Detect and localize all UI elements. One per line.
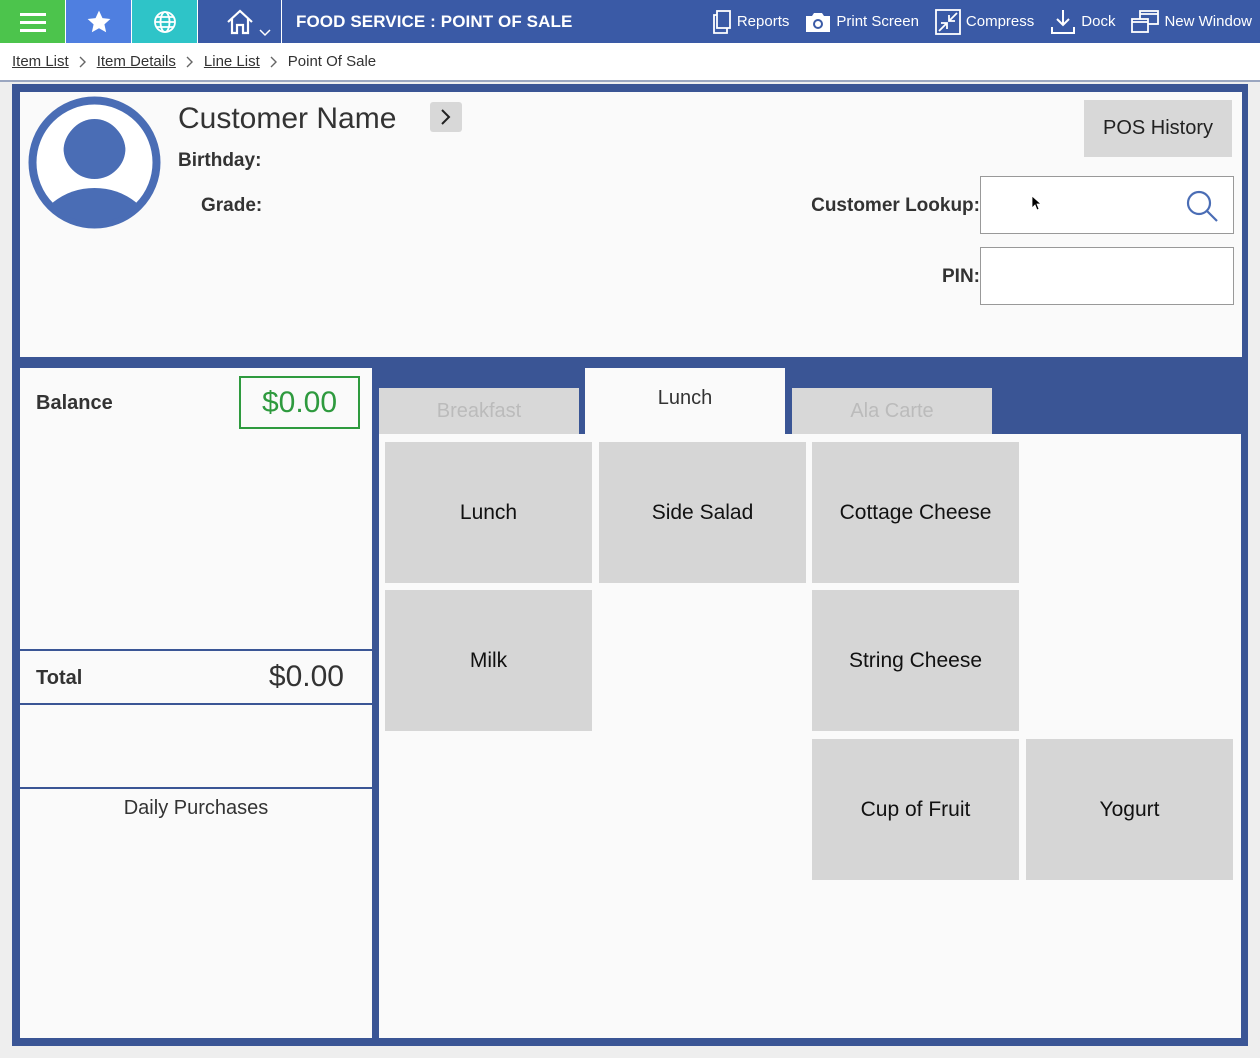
chevron-right-icon [186, 56, 194, 68]
cursor-icon [1031, 195, 1041, 211]
item-button-yogurt[interactable]: Yogurt [1026, 739, 1233, 880]
new-window-label: New Window [1164, 13, 1252, 30]
balance-label: Balance [36, 392, 113, 414]
home-button[interactable] [198, 0, 282, 43]
reports-icon [712, 9, 731, 34]
item-button-cottage-cheese[interactable]: Cottage Cheese [812, 442, 1019, 583]
item-button-milk[interactable]: Milk [385, 590, 592, 731]
breadcrumb-item-list[interactable]: Item List [12, 53, 69, 70]
customer-lookup-field[interactable] [980, 176, 1234, 234]
globe-button[interactable] [132, 0, 198, 43]
chevron-right-icon [79, 56, 87, 68]
print-screen-button[interactable]: Print Screen [805, 11, 919, 33]
customer-panel: Customer Name Birthday: Grade: POS Histo… [20, 92, 1242, 357]
item-button-string-cheese[interactable]: String Cheese [812, 590, 1019, 731]
pin-input[interactable] [981, 248, 1181, 304]
pin-label: PIN: [942, 266, 980, 287]
dock-button[interactable]: Dock [1050, 9, 1115, 35]
star-icon [87, 10, 110, 32]
compress-button[interactable]: Compress [935, 8, 1035, 35]
meal-tabs: Breakfast Lunch Ala Carte [379, 368, 1241, 434]
compress-label: Compress [965, 13, 1035, 30]
pos-frame: Customer Name Birthday: Grade: POS Histo… [12, 84, 1248, 1046]
new-window-button[interactable]: New Window [1131, 9, 1252, 34]
total-label: Total [36, 667, 83, 689]
chevron-right-icon [441, 109, 451, 125]
tab-ala-carte[interactable]: Ala Carte [792, 388, 992, 434]
pin-field[interactable] [980, 247, 1234, 305]
favorites-button[interactable] [66, 0, 132, 43]
compress-icon [935, 8, 961, 35]
summary-panel: Balance $0.00 Total $0.00 Daily Purchase… [20, 368, 372, 1038]
globe-icon [153, 10, 176, 33]
page-title: FOOD SERVICE : POINT OF SALE [296, 11, 573, 31]
tab-breakfast[interactable]: Breakfast [379, 388, 579, 434]
breadcrumb-current: Point Of Sale [287, 53, 377, 70]
divider [20, 649, 372, 651]
birthday-label: Birthday: [178, 150, 262, 171]
reports-button[interactable]: Reports [712, 9, 790, 34]
divider [20, 703, 372, 705]
pos-history-button[interactable]: POS History [1084, 100, 1232, 157]
item-button-lunch[interactable]: Lunch [385, 442, 592, 583]
reports-label: Reports [736, 13, 790, 30]
home-icon [226, 9, 253, 34]
chevron-right-icon [270, 56, 278, 68]
print-screen-label: Print Screen [836, 13, 919, 30]
tab-lunch[interactable]: Lunch [585, 368, 785, 434]
dock-icon [1051, 9, 1076, 34]
daily-purchases-label: Daily Purchases [123, 797, 269, 819]
grade-label: Grade: [201, 195, 263, 216]
customer-expand-button[interactable] [430, 102, 462, 132]
chevron-down-icon[interactable] [259, 29, 271, 37]
item-button-cup-of-fruit[interactable]: Cup of Fruit [812, 739, 1019, 880]
customer-lookup-input[interactable] [981, 177, 1181, 233]
hamburger-icon [19, 12, 46, 32]
divider [20, 787, 372, 789]
menu-button[interactable] [0, 0, 66, 43]
dock-label: Dock [1081, 13, 1116, 30]
customer-lookup-label: Customer Lookup: [811, 195, 980, 216]
top-toolbar: FOOD SERVICE : POINT OF SALE Reports Pri… [0, 0, 1260, 43]
customer-name: Customer Name [178, 102, 397, 135]
breadcrumb-item-details[interactable]: Item Details [97, 53, 176, 70]
item-grid: Lunch Side Salad Cottage Cheese Milk Str… [379, 434, 1241, 1038]
avatar [28, 96, 161, 229]
search-icon[interactable] [1185, 189, 1219, 223]
breadcrumb-line-list[interactable]: Line List [204, 53, 260, 70]
balance-value: $0.00 [239, 376, 360, 429]
camera-icon [806, 12, 831, 32]
breadcrumb: Item List Item Details Line List Point O… [0, 43, 1260, 82]
total-value: $0.00 [268, 660, 344, 693]
menu-panel: Breakfast Lunch Ala Carte Lunch Side Sal… [379, 368, 1241, 1038]
item-button-side-salad[interactable]: Side Salad [599, 442, 806, 583]
new-window-icon [1131, 9, 1160, 33]
